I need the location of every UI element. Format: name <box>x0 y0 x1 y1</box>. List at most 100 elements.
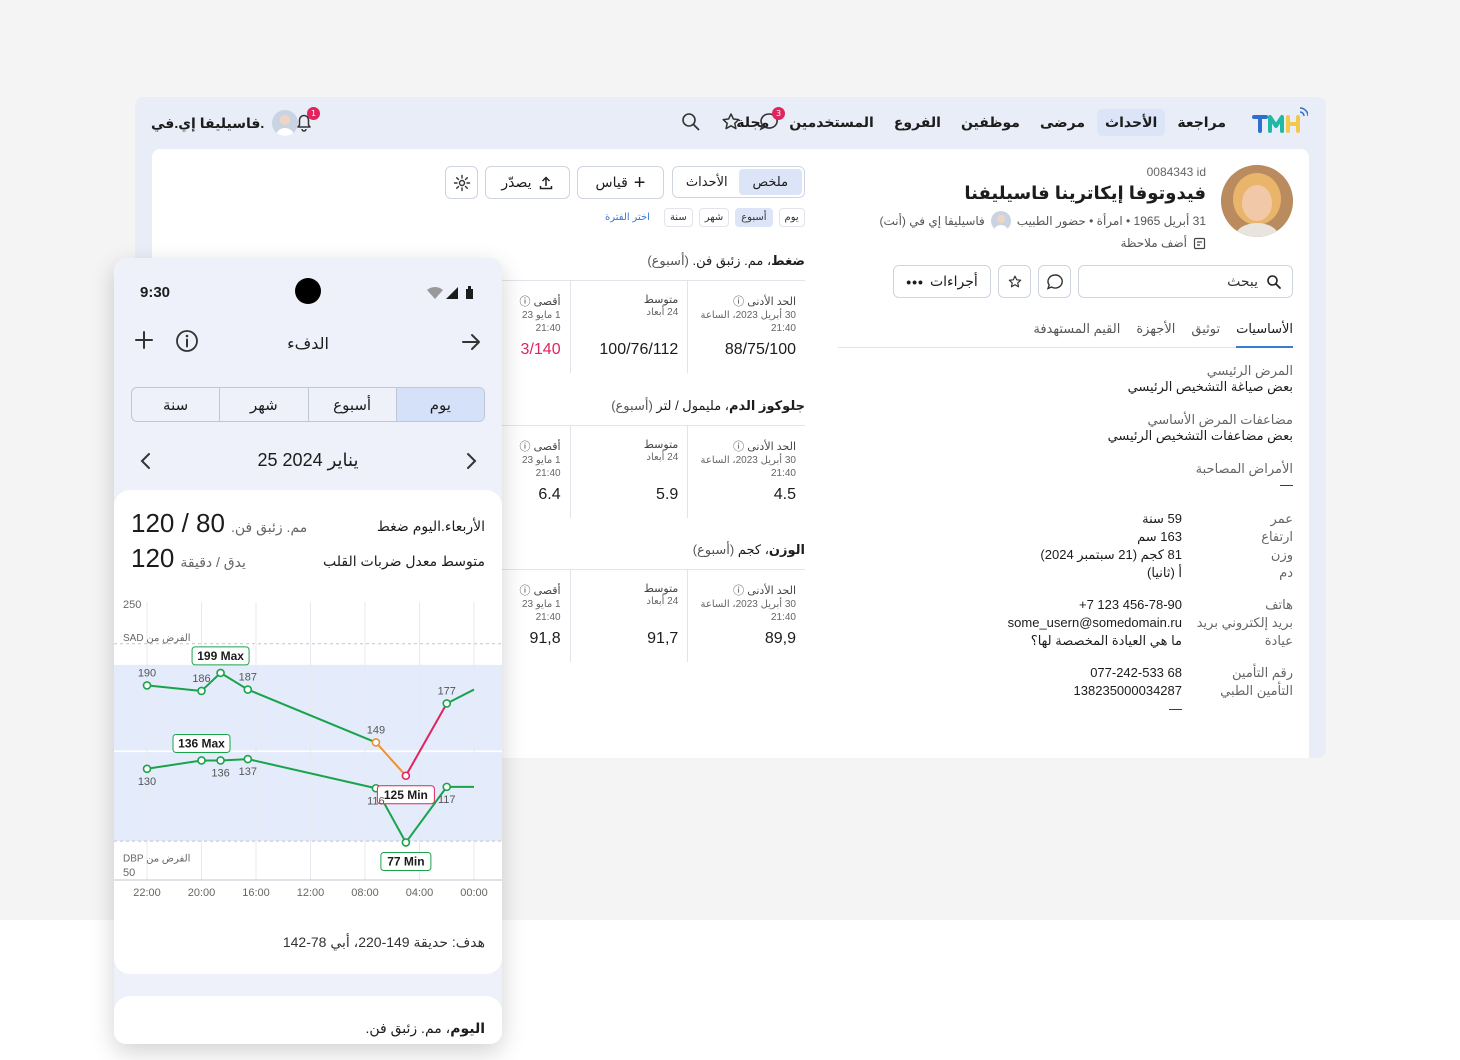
today-card: اليوم، مم. زئبق فن. <box>114 996 502 1044</box>
segment-week[interactable]: أسبوع <box>307 388 396 421</box>
metric-avg-cell[interactable]: متوسط 24 أبعاد 91,7 <box>569 570 688 662</box>
point-value-label: 186 <box>192 673 210 685</box>
nav-item-users[interactable]: المستخدمين <box>781 109 882 136</box>
comorbid-value: — <box>1280 477 1293 492</box>
today-unit: ، مم. زئبق فن. <box>365 1020 451 1036</box>
period-year[interactable]: سنة <box>663 208 693 227</box>
segment-day[interactable]: يوم <box>395 388 484 421</box>
period-week[interactable]: أسبوع <box>735 208 773 227</box>
nav-item-staff[interactable]: موظفين <box>953 109 1028 136</box>
tab-devices[interactable]: الأجهزة <box>1136 319 1175 348</box>
data-point <box>442 699 452 708</box>
patient-id: 0084343 id <box>1146 165 1206 179</box>
metric-min-cell[interactable]: الحد الأدنى ⓘ 30 أبريل 2023، الساعة 21:40 8… <box>687 570 805 662</box>
info-icon: ⓘ <box>519 585 531 597</box>
export-button[interactable]: يصدّر <box>485 166 570 199</box>
metric-min-label: الحد الأدنى <box>747 585 796 597</box>
segment-summary[interactable]: ملخص <box>738 169 802 195</box>
medical-insurance-value: 138235000034287 <box>1073 683 1182 698</box>
hr-reading: يدق / دقيقة 120 <box>131 543 246 574</box>
nav-item-review[interactable]: مراجعة <box>1169 109 1234 136</box>
point-tag-label: 125 Min <box>384 788 428 802</box>
metric-title-bold: الوزن <box>768 542 805 557</box>
point-value-label: 177 <box>438 685 456 697</box>
plus-icon: + <box>633 171 646 194</box>
choose-period-link[interactable]: اختر الفترة <box>605 212 650 223</box>
add-note-link[interactable]: أضف ملاحظة <box>1120 236 1206 250</box>
doctor-name[interactable]: فاسيليفا إي في (أنت) <box>879 214 984 228</box>
chat-icon[interactable]: 3 <box>758 107 785 133</box>
x-tick-label: 08:00 <box>351 887 379 899</box>
tab-target-values[interactable]: القيم المستهدفة <box>1033 319 1120 348</box>
metric-avg-cell[interactable]: متوسط 24 أبعاد 100/76/112 <box>569 281 688 373</box>
bp-label: الأربعاء.اليوم ضغط <box>376 518 485 534</box>
nav-item-patients[interactable]: مرضى <box>1032 109 1093 136</box>
add-measurement-button[interactable]: + قياس <box>577 166 664 199</box>
period-month[interactable]: شهر <box>698 208 730 227</box>
settings-button[interactable] <box>445 166 478 199</box>
data-point <box>243 685 253 694</box>
point-value-label: 136 <box>211 767 229 779</box>
metric-title-rest: ، كجم <box>737 542 769 557</box>
arrow-right-icon[interactable] <box>459 330 483 354</box>
clinic-label: عيادة <box>1264 633 1293 648</box>
star-icon <box>1008 275 1021 287</box>
metric-max-label: أقصى <box>533 296 561 308</box>
metric-avg-label: متوسط <box>643 583 679 595</box>
chat-bubble-icon <box>1046 273 1063 290</box>
phone-value[interactable]: +7 123 456-78-90 <box>1079 596 1182 614</box>
email-value[interactable]: some_usern@somedomain.ru <box>1008 614 1182 632</box>
segment-year[interactable]: سنة <box>132 388 219 421</box>
metric-avg-label: متوسط <box>643 439 679 451</box>
clinic-value: ما هي العيادة المخصصة لها؟ <box>1030 633 1182 648</box>
patient-tabs: الأساسيات توثيق الأجهزة القيم المستهدفة <box>838 319 1293 348</box>
chevron-right-icon[interactable] <box>461 450 481 472</box>
segment-events[interactable]: الأحداث <box>675 169 739 195</box>
more-icon: ••• <box>906 273 924 290</box>
nav-item-branches[interactable]: الفروع <box>886 109 949 136</box>
data-point <box>442 782 452 792</box>
data-point <box>197 686 206 696</box>
weight-label: وزن <box>1270 547 1293 562</box>
patient-meta-text: 31 أبريل 1965 • امرأة • حضور الطبيب <box>1016 214 1206 228</box>
metric-avg-cell[interactable]: متوسط 24 أبعاد 5.9 <box>569 426 688 518</box>
point-value-label: 116 <box>367 795 385 807</box>
period-segmented-control: يوم أسبوع شهر سنة <box>131 387 485 422</box>
status-bar-icons <box>427 286 473 299</box>
metric-min-sub: 30 أبريل 2023، الساعة <box>700 310 796 321</box>
y-tick-label: 50 <box>123 867 135 879</box>
point-value-label: 137 <box>239 766 257 778</box>
status-bar-time: 9:30 <box>140 284 171 301</box>
metric-min-cell[interactable]: الحد الأدنى ⓘ 30 أبريل 2023، الساعة 21:40 8… <box>687 281 805 373</box>
metric-min-cell[interactable]: الحد الأدنى ⓘ 30 أبريل 2023، الساعة 21:40 4… <box>687 426 805 518</box>
chat-button[interactable] <box>1038 265 1071 298</box>
camera-cutout <box>295 278 321 304</box>
metric-min-label: الحد الأدنى <box>747 296 796 308</box>
actions-button[interactable]: أجراءات ••• <box>893 265 991 298</box>
search-icon[interactable] <box>680 111 702 133</box>
vitals-block: عمر 59 سنة ارتفاع 163 سم وزن 81 كجم (21 سبت… <box>893 510 1293 582</box>
tab-documentation[interactable]: توثيق <box>1191 319 1220 348</box>
tab-basics[interactable]: الأساسيات <box>1236 319 1293 348</box>
patient-search-input[interactable]: يبحث <box>1078 265 1293 298</box>
nav-item-events[interactable]: الأحداث <box>1097 109 1166 136</box>
metric-grid-weight: الحد الأدنى ⓘ 30 أبريل 2023، الساعة 21:40 8… <box>452 569 805 662</box>
actions-label: أجراءات <box>929 273 978 289</box>
doctor-avatar <box>990 211 1011 231</box>
metric-avg-value: 5.9 <box>656 486 679 503</box>
chat-badge: 3 <box>772 107 785 120</box>
user-menu[interactable]: فاسيليفا إي.في. <box>151 110 299 136</box>
segment-month[interactable]: شهر <box>219 388 307 421</box>
favorite-button[interactable] <box>998 265 1031 298</box>
email-label: بريد إلكتروني بريد <box>1196 615 1293 630</box>
point-value-label: 149 <box>367 724 385 736</box>
search-placeholder: يبحث <box>1227 273 1258 289</box>
metric-period: (أسبوع) <box>611 398 653 413</box>
complications-label: مضاعفات المرض الأساسي <box>1147 412 1293 427</box>
goal-text: هدف: حديقة 149-220، أبي 78-142 <box>282 934 485 950</box>
star-icon[interactable] <box>720 111 742 133</box>
bp-value: 120 / 80 <box>131 508 225 538</box>
period-day[interactable]: يوم <box>778 208 805 227</box>
main-disease-label: المرض الرئيسي <box>1206 363 1293 378</box>
info-icon: ⓘ <box>733 585 745 597</box>
